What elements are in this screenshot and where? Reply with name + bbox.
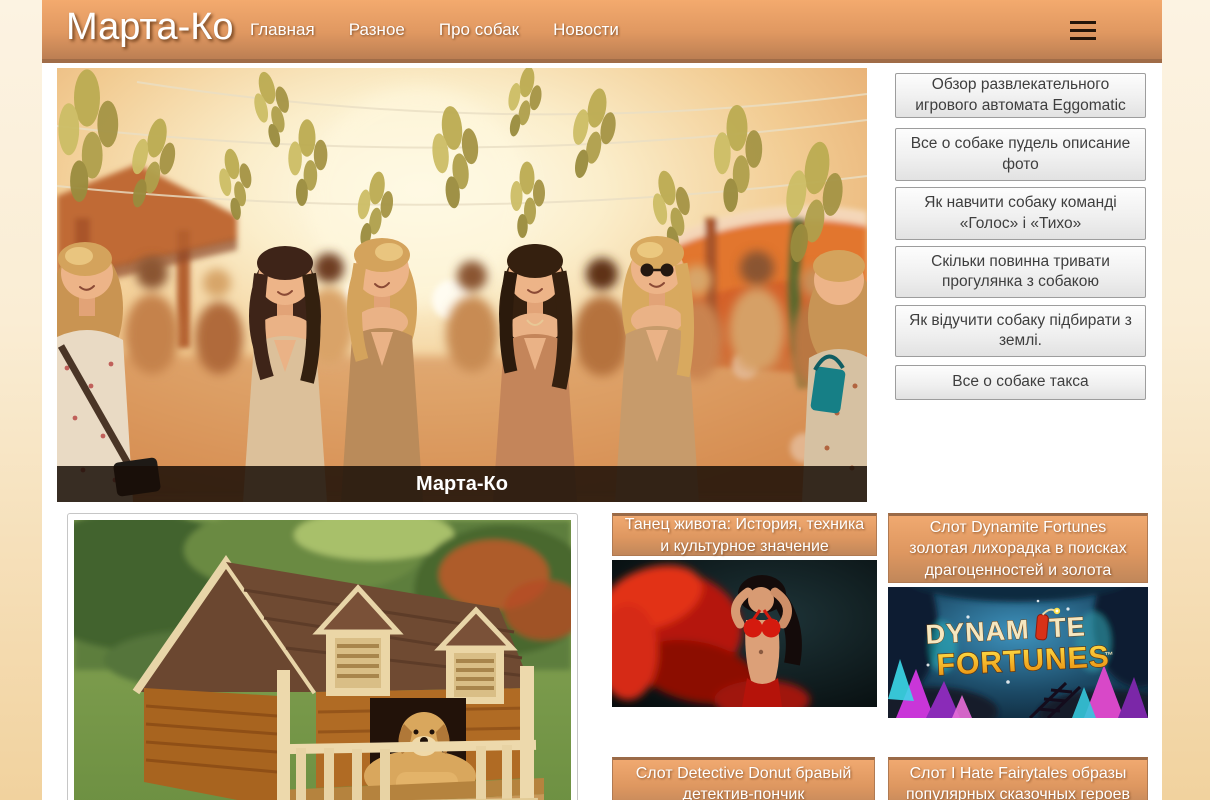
sidebar-link-walk-duration[interactable]: Скільки повинна тривати прогулянка з соб… [895, 246, 1146, 298]
content-frame: Марта-Ко Главная Разное Про собак Новост… [42, 0, 1162, 800]
hamburger-menu-icon[interactable] [1070, 21, 1096, 40]
dynamite-fortunes-image[interactable]: DYNAM TE FORTUNES ™ [888, 587, 1148, 718]
nav-item-misc[interactable]: Разное [349, 20, 405, 40]
hero-illustration [57, 68, 867, 502]
sidebar-link-voice-command[interactable]: Як навчити собаку команді «Голос» і «Тих… [895, 187, 1146, 240]
nav-item-dogs[interactable]: Про собак [439, 20, 519, 40]
hero-caption: Марта-Ко [57, 466, 867, 502]
sidebar-link-eggomatic[interactable]: Обзор развлекательного игрового автомата… [895, 73, 1146, 118]
doghouse-illustration [74, 520, 571, 800]
site-logo[interactable]: Марта-Ко [66, 6, 234, 49]
belly-dance-image[interactable] [612, 560, 877, 707]
doghouse-image-card[interactable] [67, 513, 578, 800]
sidebar-link-dachshund[interactable]: Все о собаке такса [895, 365, 1146, 400]
article-title-belly-dance[interactable]: Танец живота: История, техника и культур… [612, 513, 877, 556]
sidebar-link-poodle[interactable]: Все о собаке пудель описание фото [895, 128, 1146, 181]
site-header: Марта-Ко Главная Разное Про собак Новост… [42, 0, 1162, 63]
dynamite-fortunes-illustration: DYNAM TE FORTUNES ™ [888, 587, 1148, 718]
sidebar-link-pickup-ground[interactable]: Як відучити собаку підбирати з землі. [895, 305, 1146, 357]
article-title-dynamite-fortunes[interactable]: Слот Dynamite Fortunes золотая лихорадка… [888, 513, 1148, 583]
dynamite-logo-tm: ™ [1104, 650, 1114, 660]
hero-image: Марта-Ко [57, 68, 867, 502]
nav-item-news[interactable]: Новости [553, 20, 619, 40]
main-nav: Главная Разное Про собак Новости [250, 20, 619, 40]
sidebar: Обзор развлекательного игрового автомата… [895, 73, 1146, 400]
belly-dance-illustration [612, 560, 877, 707]
article-title-i-hate-fairytales[interactable]: Слот I Hate Fairytales образы популярных… [888, 757, 1148, 800]
nav-item-home[interactable]: Главная [250, 20, 315, 40]
article-title-detective-donut[interactable]: Слот Detective Donut бравый детектив-пон… [612, 757, 875, 800]
dynamite-logo-word2: TE [1048, 611, 1086, 643]
